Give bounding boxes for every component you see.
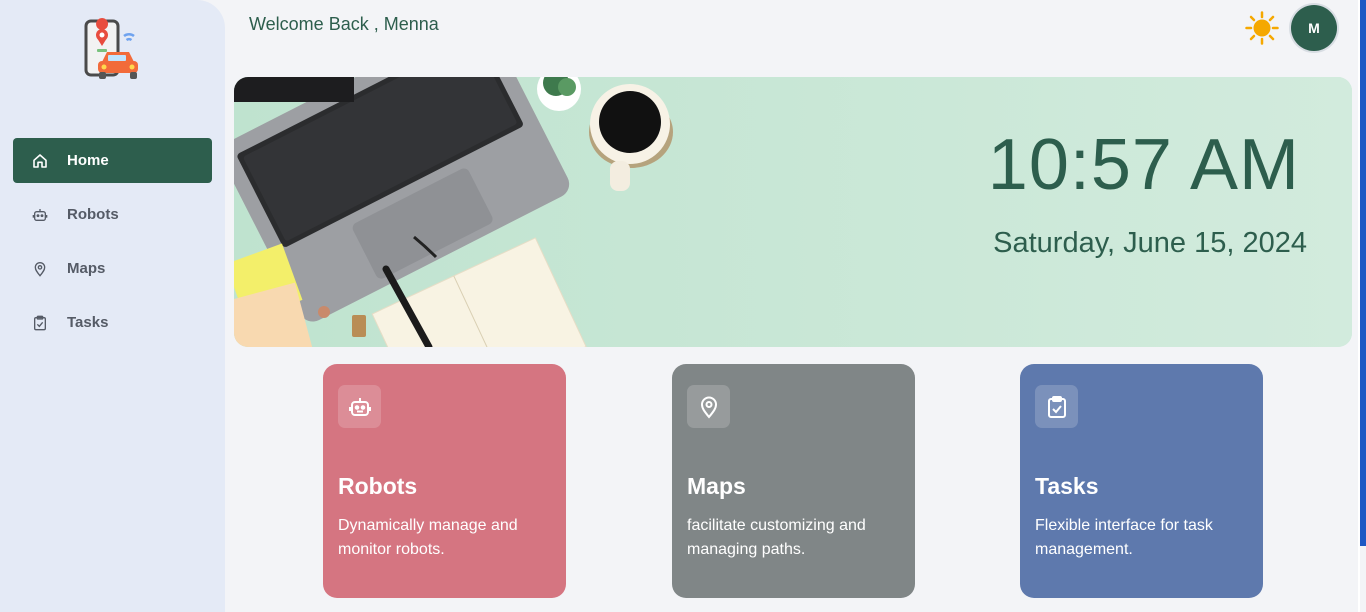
tasks-card[interactable]: Tasks Flexible interface for task manage… <box>1020 364 1263 598</box>
robots-card[interactable]: Robots Dynamically manage and monitor ro… <box>323 364 566 598</box>
clipboard-check-icon <box>31 314 49 332</box>
app-logo[interactable] <box>80 18 142 82</box>
card-title: Tasks <box>1035 473 1099 499</box>
desk-illustration <box>234 77 1352 347</box>
hero-banner: 10:57 AM Saturday, June 15, 2024 <box>234 77 1352 347</box>
phone-car-logo-icon <box>84 18 138 79</box>
sun-icon[interactable] <box>1245 11 1279 45</box>
sidebar-item-maps[interactable]: Maps <box>13 246 212 291</box>
card-description: Flexible interface for task management. <box>1035 517 1213 558</box>
sidebar-item-robots[interactable]: Robots <box>13 192 212 237</box>
clock-date: Saturday, June 15, 2024 <box>993 227 1307 259</box>
clipboard-check-icon <box>1035 385 1078 428</box>
card-title: Maps <box>687 473 746 499</box>
card-description: facilitate customizing and managing path… <box>687 517 866 558</box>
robot-icon <box>338 385 381 428</box>
sidebar-nav: Home Robots Maps Tasks <box>13 138 212 354</box>
maps-card[interactable]: Maps facilitate customizing and managing… <box>672 364 915 598</box>
home-icon <box>31 152 49 170</box>
robot-icon <box>31 206 49 224</box>
sidebar-item-home[interactable]: Home <box>13 138 212 183</box>
clock-time: 10:57 AM <box>987 125 1300 205</box>
map-pin-icon <box>31 260 49 278</box>
sidebar: Home Robots Maps Tasks <box>0 0 225 612</box>
welcome-message: Welcome Back , Menna <box>249 14 439 34</box>
sidebar-item-tasks[interactable]: Tasks <box>13 300 212 345</box>
card-description: Dynamically manage and monitor robots. <box>338 517 518 558</box>
avatar[interactable]: M <box>1291 5 1337 51</box>
map-pin-icon <box>687 385 730 428</box>
scrollbar[interactable] <box>1360 0 1366 546</box>
sidebar-item-label: Tasks <box>67 314 109 331</box>
sidebar-item-label: Robots <box>67 206 119 223</box>
card-title: Robots <box>338 473 418 499</box>
sidebar-item-label: Maps <box>67 260 106 277</box>
sidebar-item-label: Home <box>67 152 109 169</box>
